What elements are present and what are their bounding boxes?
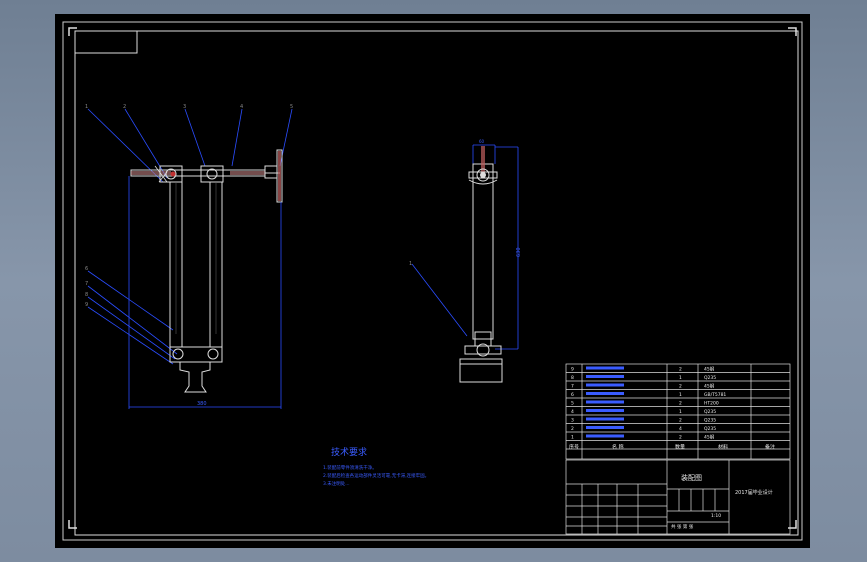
bom-name-bar <box>586 392 624 395</box>
svg-text:2: 2 <box>123 104 126 110</box>
bom-name-bar <box>586 375 624 378</box>
bom-cell-no: 1 <box>571 435 574 441</box>
tech-note-2: 2.装配后检查各运动部件灵活可靠,无卡滞,连接牢固。 <box>323 472 429 479</box>
bom-cell-qty: 2 <box>679 418 682 424</box>
svg-text:9: 9 <box>85 302 88 308</box>
title-block <box>565 459 791 535</box>
drawing-name: 装配图 <box>681 473 702 482</box>
bom-cell-material: 45钢 <box>704 383 715 390</box>
bom-cell-no: 3 <box>571 418 574 424</box>
dimension-front: 380 <box>197 401 207 407</box>
bom-header-note: 备注 <box>765 444 775 451</box>
bom-header-qty: 数量 <box>675 444 685 451</box>
front-view: 1 2 3 4 5 6 7 8 9 380 <box>85 104 293 409</box>
bom-cell-material: GB/T5781 <box>704 392 726 398</box>
svg-text:3: 3 <box>183 104 186 110</box>
corner-box <box>74 30 138 54</box>
dimension-side-top: 60 <box>479 139 485 144</box>
bom-cell-no: 7 <box>571 384 574 390</box>
bom-cell-material: Q235 <box>704 426 716 432</box>
tech-note-1: 1.装配前零件须清洗干净。 <box>323 464 377 471</box>
tech-title: 技术要求 <box>331 446 367 458</box>
drawing-sheet: 1 2 3 4 5 6 7 8 9 380 1 60 630 技术要求 1.装配前零件须清洗干… <box>55 14 810 548</box>
svg-text:6: 6 <box>85 266 88 272</box>
bom-cell-material: Q235 <box>704 409 716 415</box>
bom-header-no: 序号 <box>569 444 579 451</box>
bom-cell-no: 9 <box>571 367 574 373</box>
corner-marks <box>68 27 797 529</box>
svg-text:7: 7 <box>85 281 88 287</box>
bom-header-name: 名 称 <box>612 444 624 451</box>
dimension-side-height: 630 <box>516 247 522 257</box>
bom-cell-qty: 1 <box>679 392 682 398</box>
bom-cell-material: 45钢 <box>704 366 715 373</box>
bom-name-bar <box>586 400 624 404</box>
bom-name-bar <box>586 434 624 438</box>
side-view: 1 60 630 <box>409 139 522 383</box>
bom-cell-material: Q235 <box>704 418 716 424</box>
sheet-count: 共 张 第 张 <box>671 523 694 530</box>
bom-name-bar <box>586 417 624 421</box>
bom-cell-qty: 2 <box>679 367 682 373</box>
bom-cell-qty: 1 <box>679 409 682 415</box>
svg-text:5: 5 <box>290 104 293 110</box>
scale: 1:10 <box>711 513 721 519</box>
outer-frame <box>62 21 803 541</box>
cad-drawing: 1 2 3 4 5 6 7 8 9 380 1 60 630 技术要求 1.装配前零件须清洗干… <box>62 21 803 541</box>
bom-name-bar <box>586 383 624 387</box>
bom-cell-no: 2 <box>571 426 574 432</box>
bom-header-material: 材料 <box>718 444 728 451</box>
svg-text:1: 1 <box>409 261 412 267</box>
bom-cell-qty: 2 <box>679 435 682 441</box>
bom-cell-material: HT200 <box>704 401 719 407</box>
company: 2017届毕业设计 <box>735 489 773 496</box>
bom-cell-qty: 2 <box>679 401 682 407</box>
bom-name-bar <box>586 426 624 429</box>
svg-text:1: 1 <box>85 104 88 110</box>
bom-cell-qty: 1 <box>679 375 682 381</box>
bom-cell-no: 6 <box>571 392 574 398</box>
svg-text:8: 8 <box>85 292 88 298</box>
bom-cell-no: 4 <box>571 409 574 415</box>
bom-cell-qty: 4 <box>679 426 682 432</box>
bom-name-bar <box>586 366 624 370</box>
bom-cell-material: 45钢 <box>704 434 715 441</box>
bom-cell-material: Q235 <box>704 375 716 381</box>
bom-cell-no: 8 <box>571 375 574 381</box>
svg-text:4: 4 <box>240 104 243 110</box>
tech-note-3: 3.未注明处... <box>323 480 350 487</box>
bom-cell-qty: 2 <box>679 384 682 390</box>
bom-name-bar <box>586 409 624 412</box>
bom-text: 9 2 45钢 8 1 Q235 7 2 45钢 6 1 GB/T5781 5 2 HT200 4 1 Q235 3… <box>569 366 775 451</box>
bom-cell-no: 5 <box>571 401 574 407</box>
